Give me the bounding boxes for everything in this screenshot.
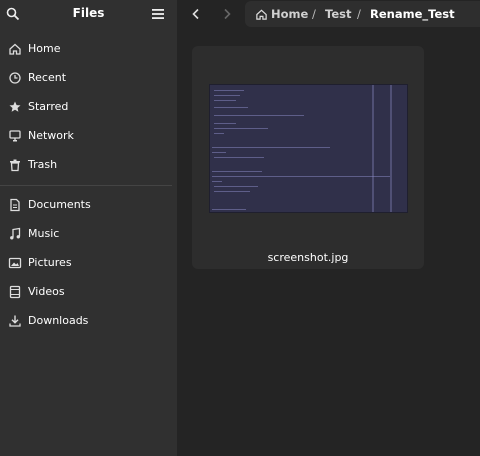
thumbnail-text-line: [214, 107, 248, 108]
thumbnail-text-line: [212, 152, 226, 153]
path-bar: Home / Test / Rename_Test: [245, 1, 480, 27]
sidebar-item-label: Downloads: [28, 314, 89, 327]
picture-icon: [8, 257, 22, 269]
forward-arrow-icon[interactable]: [220, 7, 234, 21]
sidebar-item-label: Music: [28, 227, 60, 240]
sidebar-item-network[interactable]: Network: [0, 124, 177, 148]
breadcrumb-separator: /: [312, 7, 316, 21]
thumbnail-text-line: [212, 147, 330, 148]
thumbnail-text-line: [214, 115, 304, 116]
thumbnail-divider: [390, 85, 392, 212]
document-icon: [10, 198, 20, 212]
thumbnail-text-line: [212, 209, 246, 210]
thumbnail-text-line: [214, 123, 236, 124]
sidebar-item-videos[interactable]: Videos: [0, 280, 177, 304]
download-icon: [9, 315, 21, 327]
thumbnail-text-line: [212, 176, 390, 177]
video-icon: [9, 285, 21, 299]
sidebar-item-label: Videos: [28, 285, 65, 298]
hamburger-menu-icon[interactable]: [152, 8, 164, 20]
thumbnail-text-line: [214, 90, 244, 91]
sidebar-item-label: Home: [28, 42, 61, 55]
home-icon: [256, 9, 267, 20]
breadcrumb-current[interactable]: Rename_Test: [370, 7, 455, 21]
sidebar-item-label: Pictures: [28, 256, 72, 269]
clock-icon: [9, 72, 21, 84]
sidebar-separator: [0, 185, 172, 186]
thumbnail-text-line: [214, 95, 240, 96]
sidebar-item-documents[interactable]: Documents: [0, 193, 177, 217]
sidebar-item-label: Trash: [28, 158, 58, 171]
sidebar-item-home[interactable]: Home: [0, 37, 177, 61]
sidebar-item-downloads[interactable]: Downloads: [0, 309, 177, 333]
sidebar-item-label: Recent: [28, 71, 67, 84]
thumbnail-text-line: [214, 128, 268, 129]
thumbnail-text-line: [214, 133, 224, 134]
breadcrumb-home[interactable]: Home: [271, 7, 308, 21]
network-icon: [9, 130, 21, 142]
sidebar-item-starred[interactable]: Starred: [0, 95, 177, 119]
sidebar-item-label: Network: [28, 129, 74, 142]
thumbnail-divider: [372, 85, 374, 212]
breadcrumb-test[interactable]: Test: [325, 7, 351, 21]
home-icon: [9, 43, 21, 55]
star-icon: [9, 101, 21, 112]
thumbnail-text-line: [214, 191, 250, 192]
file-name: screenshot.jpg: [267, 251, 349, 264]
thumbnail-text-line: [214, 186, 258, 187]
thumbnail-text-line: [212, 181, 222, 182]
file-thumbnail: [209, 84, 408, 213]
music-icon: [10, 227, 21, 240]
file-item[interactable]: screenshot.jpg: [192, 46, 424, 269]
back-arrow-icon[interactable]: [189, 7, 203, 21]
thumbnail-text-line: [214, 157, 264, 158]
thumbnail-text-line: [214, 100, 236, 101]
sidebar-item-label: Documents: [28, 198, 91, 211]
trash-icon: [10, 159, 20, 172]
thumbnail-text-line: [212, 171, 262, 172]
app-title: Files: [72, 6, 105, 20]
sidebar-item-label: Starred: [28, 100, 69, 113]
breadcrumb-separator: /: [357, 7, 361, 21]
sidebar: Files Home Recent Starred Network Trash …: [0, 0, 177, 456]
sidebar-item-recent[interactable]: Recent: [0, 66, 177, 90]
sidebar-item-pictures[interactable]: Pictures: [0, 251, 177, 275]
sidebar-header: Files: [0, 0, 177, 28]
sidebar-item-trash[interactable]: Trash: [0, 153, 177, 177]
sidebar-item-music[interactable]: Music: [0, 222, 177, 246]
